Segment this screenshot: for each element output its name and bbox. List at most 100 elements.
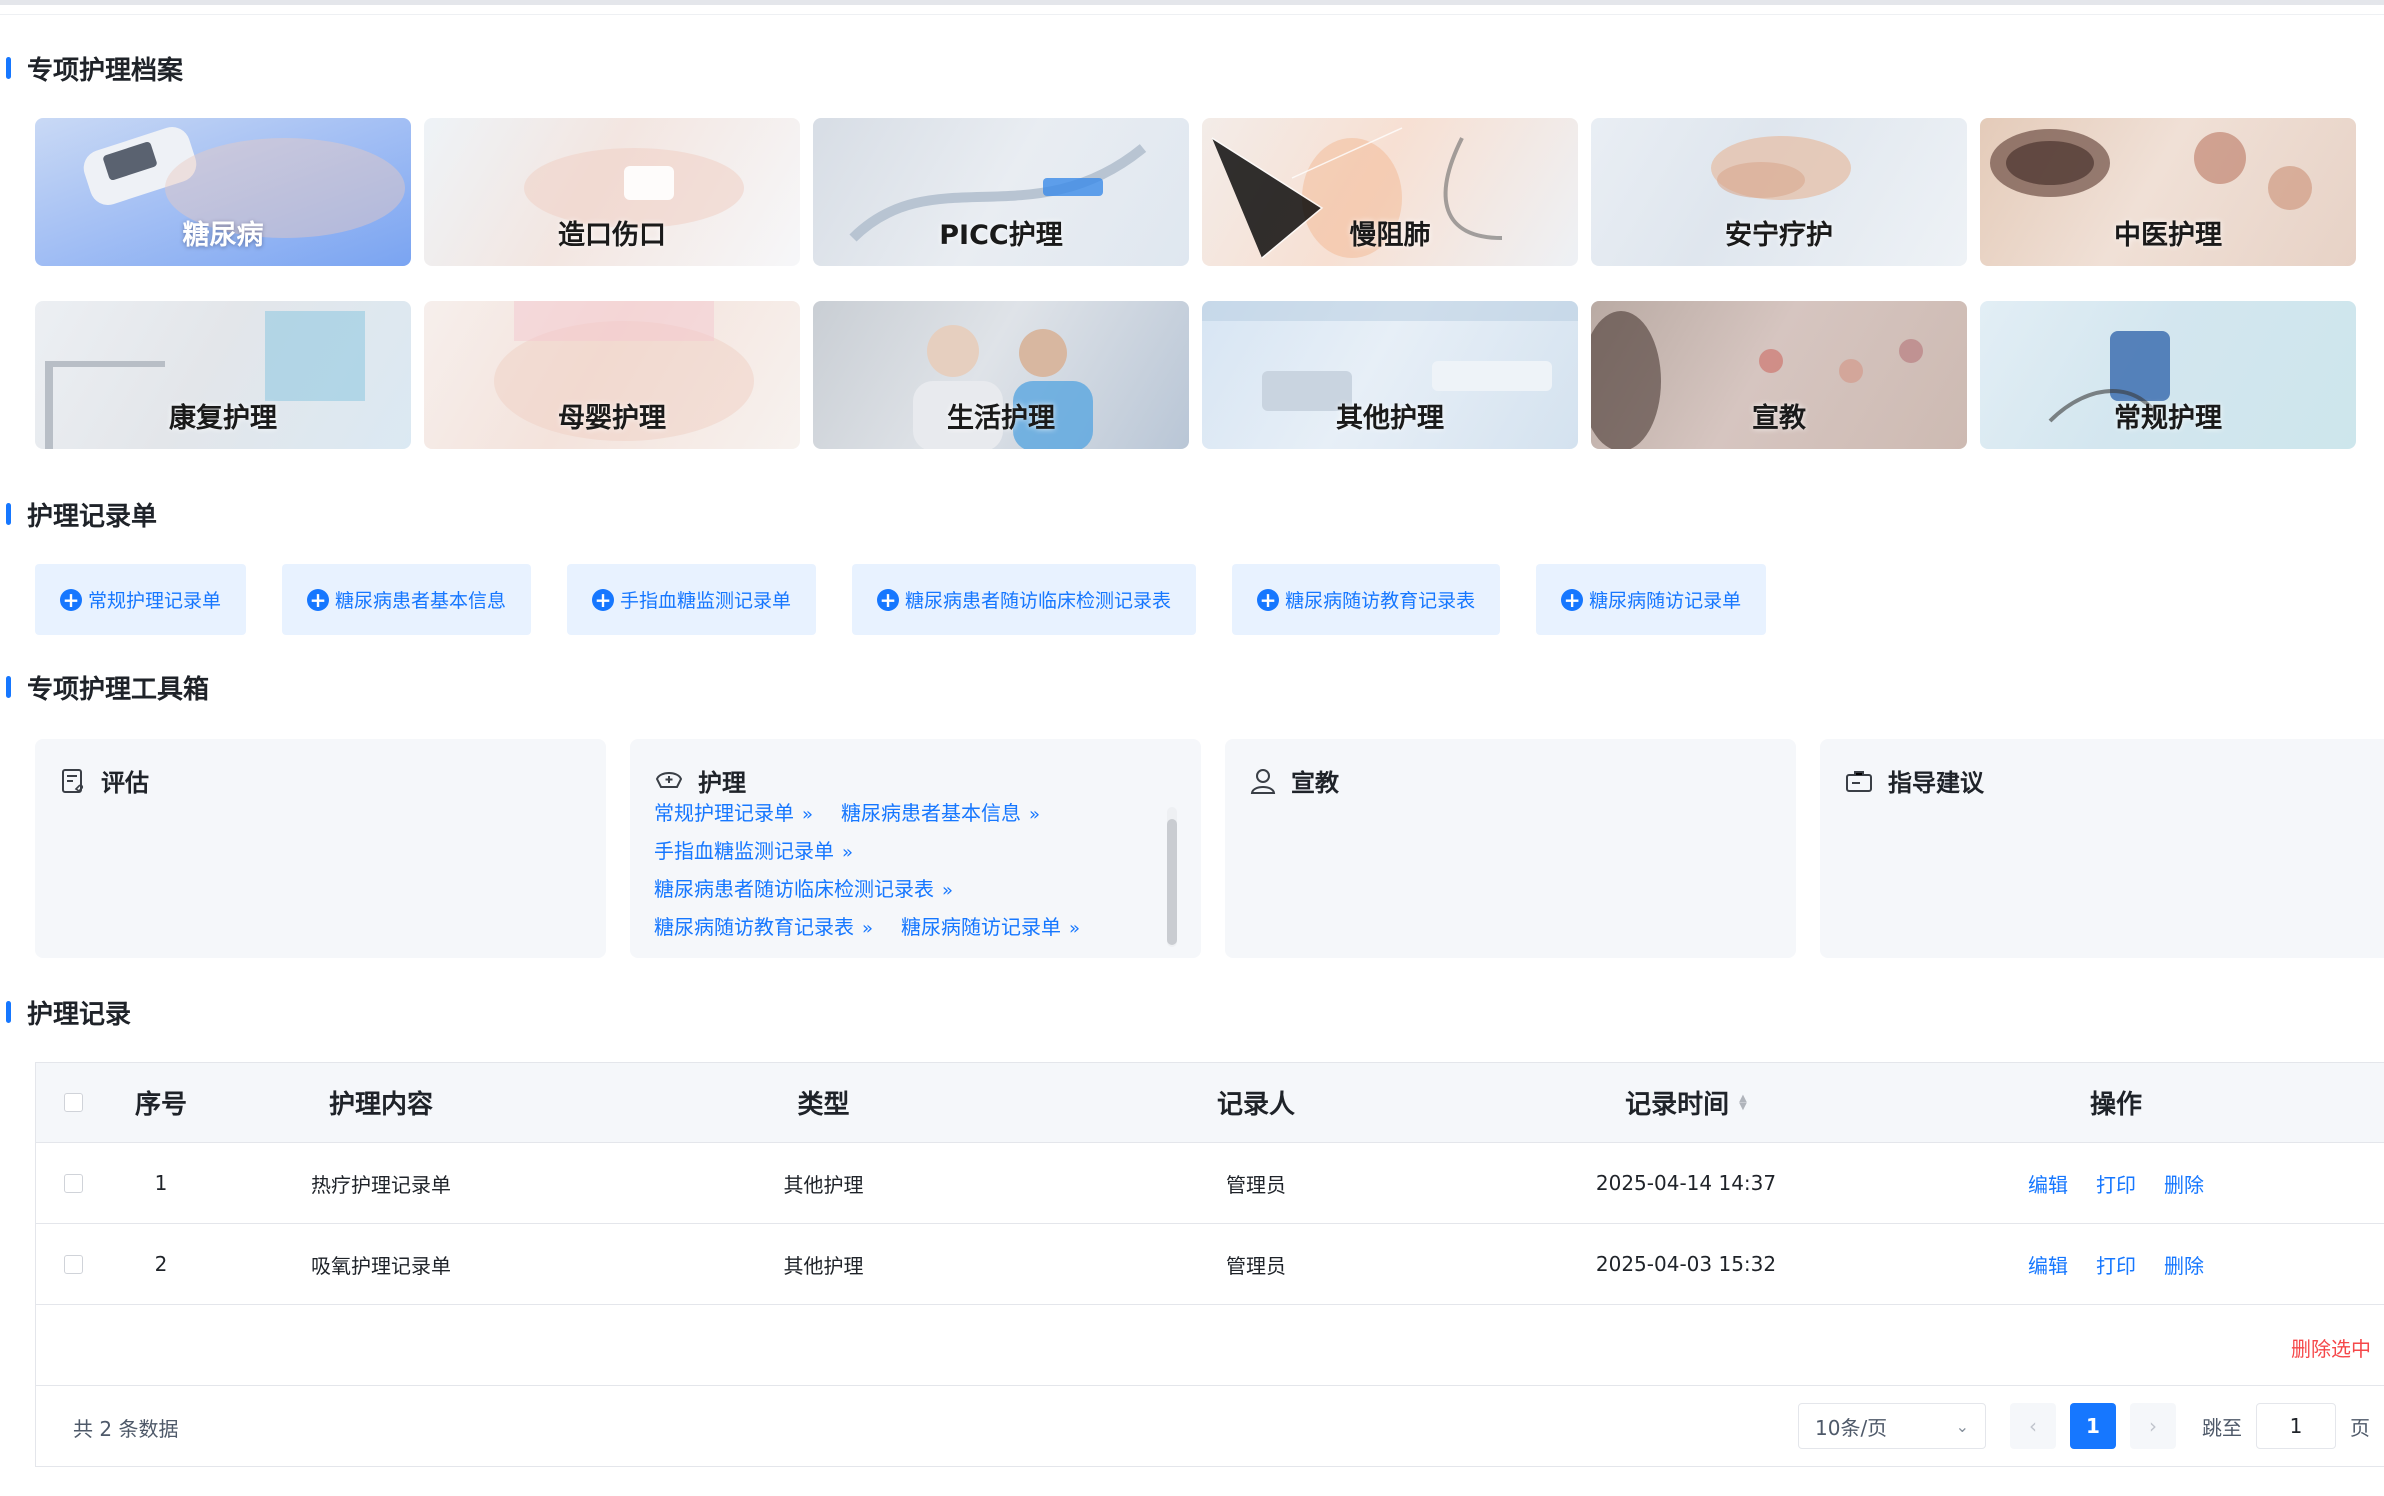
record-form-button[interactable]: + 常规护理记录单 bbox=[35, 564, 247, 635]
link-row: 糖尿病患者随访临床检测记录表 » bbox=[654, 868, 1080, 906]
nursing-links-scroll[interactable]: 常规护理记录单 » 糖尿病患者基本信息 » 手指血糖监测记录单 » 糖尿病患者随访临床… bbox=[654, 802, 1174, 948]
page-size-value: 10条/页 bbox=[1815, 1415, 1888, 1440]
table-footer: 共 2 条数据 10条/页 ⌄ ‹ 1 › 跳至 1 页 bbox=[36, 1386, 2384, 1466]
records-table: 序号 护理内容 类型 记录人 记录时间 ▲ ▼ 操作 1 热疗护理记录单 其他护理 … bbox=[35, 1062, 2384, 1467]
double-chevron-right-icon: » bbox=[1069, 917, 1081, 939]
record-form-button-label: 常规护理记录单 bbox=[88, 590, 222, 612]
plus-circle-icon: + bbox=[1257, 588, 1280, 611]
print-button[interactable]: 打印 bbox=[2096, 1169, 2136, 1198]
record-form-button[interactable]: + 糖尿病患者基本信息 bbox=[282, 564, 532, 635]
scrollbar[interactable] bbox=[1167, 807, 1177, 947]
scrollbar-thumb[interactable] bbox=[1167, 819, 1177, 945]
page-button-current[interactable]: 1 bbox=[2070, 1403, 2116, 1449]
toolbox: 评估 护理 常规护理记录单 » 糖尿病患者基本信息 » 手指血糖监测记录单 » 糖尿病… bbox=[35, 739, 2384, 958]
delete-button[interactable]: 删除 bbox=[2164, 1250, 2204, 1279]
row-checkbox[interactable] bbox=[64, 1173, 83, 1193]
col-recorder: 记录人 bbox=[1216, 1090, 1295, 1120]
tool-title: 指导建议 bbox=[1888, 769, 1984, 797]
sort-icon[interactable]: ▲ ▼ bbox=[1739, 1093, 1747, 1111]
tool-title: 评估 bbox=[101, 769, 149, 797]
col-time[interactable]: 记录时间 ▲ ▼ bbox=[1416, 1084, 1956, 1121]
card-label: 造口伤口 bbox=[558, 220, 666, 251]
jump-page-input[interactable]: 1 bbox=[2256, 1403, 2336, 1449]
top-divider bbox=[0, 0, 2384, 5]
nursing-link[interactable]: 糖尿病随访教育记录表 » bbox=[654, 911, 873, 940]
nursing-link[interactable]: 糖尿病患者基本信息 » bbox=[841, 802, 1040, 826]
page-size-select[interactable]: 10条/页 ⌄ bbox=[1798, 1403, 1986, 1449]
card-label: 中医护理 bbox=[2114, 220, 2222, 251]
cell-time: 2025-04-03 15:32 bbox=[1595, 1252, 1777, 1276]
card-picc[interactable]: PICC护理 bbox=[813, 118, 1189, 266]
plus-circle-icon: + bbox=[307, 588, 330, 611]
record-form-button-label: 糖尿病随访记录单 bbox=[1589, 590, 1742, 612]
cell-recorder: 管理员 bbox=[1226, 1253, 1286, 1278]
record-form-button[interactable]: + 手指血糖监测记录单 bbox=[567, 564, 817, 635]
record-form-button[interactable]: + 糖尿病随访教育记录表 bbox=[1232, 564, 1501, 635]
person-icon bbox=[1250, 768, 1276, 794]
record-form-button-label: 糖尿病患者随访临床检测记录表 bbox=[905, 590, 1172, 612]
section-title-toolbox: 专项护理工具箱 bbox=[6, 667, 209, 707]
card-label: 慢阻肺 bbox=[1349, 220, 1431, 251]
section-title-records: 护理记录 bbox=[6, 992, 131, 1032]
section-accent-bar bbox=[6, 1001, 11, 1023]
prev-page-button[interactable]: ‹ bbox=[2010, 1403, 2056, 1449]
tool-header[interactable]: 护理 bbox=[654, 763, 746, 798]
card-maternal[interactable]: 母婴护理 bbox=[424, 301, 800, 449]
card-label: PICC护理 bbox=[939, 220, 1063, 251]
card-routine-care[interactable]: 常规护理 bbox=[1980, 301, 2356, 449]
record-form-button[interactable]: + 糖尿病随访记录单 bbox=[1536, 564, 1767, 635]
cell-content: 吸氧护理记录单 bbox=[311, 1253, 451, 1278]
nursing-link[interactable]: 手指血糖监测记录单 » bbox=[654, 835, 853, 864]
card-label: 其他护理 bbox=[1336, 403, 1444, 434]
section-title-text: 专项护理档案 bbox=[27, 55, 184, 86]
row-checkbox[interactable] bbox=[64, 1254, 83, 1274]
card-hospice[interactable]: 安宁疗护 bbox=[1591, 118, 1967, 266]
page-unit-label: 页 bbox=[2350, 1415, 2370, 1440]
cell-recorder: 管理员 bbox=[1226, 1172, 1286, 1197]
nursing-link[interactable]: 常规护理记录单 » bbox=[654, 802, 813, 826]
next-page-button[interactable]: › bbox=[2130, 1403, 2176, 1449]
card-label: 糖尿病 bbox=[182, 220, 264, 251]
section-title-archive: 专项护理档案 bbox=[6, 48, 183, 88]
table-row: 1 热疗护理记录单 其他护理 管理员 2025-04-14 14:37 编辑 打… bbox=[36, 1143, 2384, 1224]
card-label: 常规护理 bbox=[2114, 403, 2222, 434]
link-row: 常规护理记录单 » 糖尿病患者基本信息 » bbox=[654, 802, 1080, 830]
section-title-text: 护理记录 bbox=[27, 999, 132, 1030]
card-other-care[interactable]: 其他护理 bbox=[1202, 301, 1578, 449]
plus-circle-icon: + bbox=[877, 588, 900, 611]
card-copd[interactable]: 慢阻肺 bbox=[1202, 118, 1578, 266]
select-all-checkbox[interactable] bbox=[64, 1093, 83, 1112]
edit-button[interactable]: 编辑 bbox=[2028, 1169, 2068, 1198]
link-row: 糖尿病随访教育记录表 » 糖尿病随访记录单 » bbox=[654, 906, 1080, 944]
edit-button[interactable]: 编辑 bbox=[2028, 1250, 2068, 1279]
card-education[interactable]: 宣教 bbox=[1591, 301, 1967, 449]
record-form-button-label: 糖尿病患者基本信息 bbox=[335, 590, 507, 612]
chevron-right-icon: › bbox=[2149, 1414, 2157, 1438]
card-tcm[interactable]: 中医护理 bbox=[1980, 118, 2356, 266]
tool-header[interactable]: 宣教 bbox=[1249, 763, 1339, 798]
print-button[interactable]: 打印 bbox=[2096, 1250, 2136, 1279]
tool-title: 护理 bbox=[698, 769, 746, 797]
record-form-button[interactable]: + 糖尿病患者随访临床检测记录表 bbox=[852, 564, 1197, 635]
card-daily-care[interactable]: 生活护理 bbox=[813, 301, 1189, 449]
section-title-text: 护理记录单 bbox=[27, 501, 158, 532]
tool-card-nursing: 护理 常规护理记录单 » 糖尿病患者基本信息 » 手指血糖监测记录单 » 糖尿病患者随… bbox=[630, 739, 1201, 958]
tool-header[interactable]: 指导建议 bbox=[1844, 763, 1984, 798]
delete-button[interactable]: 删除 bbox=[2164, 1169, 2204, 1198]
double-chevron-right-icon: » bbox=[862, 917, 874, 939]
card-ostomy-wound[interactable]: 造口伤口 bbox=[424, 118, 800, 266]
chevron-left-icon: ‹ bbox=[2029, 1414, 2037, 1438]
pagination: 10条/页 ⌄ ‹ 1 › 跳至 1 页 bbox=[1798, 1403, 2384, 1449]
nursing-link[interactable]: 糖尿病患者随访临床检测记录表 » bbox=[654, 873, 953, 902]
tool-card-assessment: 评估 bbox=[35, 739, 606, 958]
delete-selected-button[interactable]: 删除选中 bbox=[2291, 1333, 2371, 1362]
tool-card-guidance: 指导建议 bbox=[1820, 739, 2384, 958]
nurse-cap-icon bbox=[655, 771, 683, 788]
nursing-link-label: 糖尿病随访教育记录表 bbox=[654, 914, 854, 939]
col-index: 序号 bbox=[134, 1090, 187, 1120]
card-diabetes[interactable]: 糖尿病 bbox=[35, 118, 411, 266]
tool-header[interactable]: 评估 bbox=[59, 763, 149, 798]
nursing-link[interactable]: 糖尿病随访记录单 » bbox=[901, 911, 1080, 940]
card-rehab[interactable]: 康复护理 bbox=[35, 301, 411, 449]
plus-circle-icon: + bbox=[60, 588, 82, 611]
